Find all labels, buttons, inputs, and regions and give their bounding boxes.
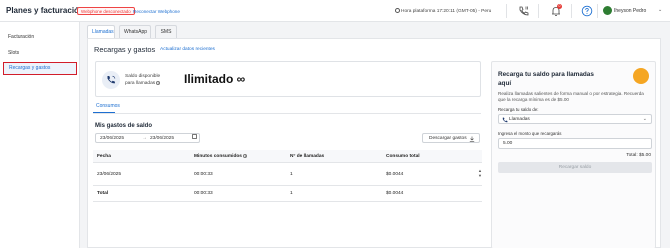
balance-label-text: para llamadas bbox=[125, 81, 156, 86]
info-icon[interactable]: i bbox=[156, 81, 161, 85]
download-label: Descargar gastos bbox=[429, 136, 467, 141]
help-icon[interactable] bbox=[580, 4, 594, 18]
cell-minutos: 00:00:33 bbox=[194, 172, 213, 177]
recharge-panel: Recarga tu saldo para llamadas aquí Real… bbox=[491, 61, 656, 248]
phone-icon bbox=[107, 75, 116, 84]
clock-icon bbox=[395, 8, 400, 13]
column-header-minutos-text: Minutos consumidos bbox=[194, 154, 242, 159]
recharge-total: Total: $5.00 bbox=[626, 153, 651, 158]
cell-total-consumo: $0.0044 bbox=[386, 191, 404, 196]
webphone-status-badge: Webphone desconectado bbox=[77, 7, 135, 15]
cell-total-llamadas: 1 bbox=[290, 191, 293, 196]
arrow-right-icon: → bbox=[142, 136, 147, 141]
scroll-down-icon[interactable]: ▼ bbox=[478, 173, 482, 178]
cell-llamadas: 1 bbox=[290, 172, 293, 177]
recharge-description: Realiza llamadas salientes de forma manu… bbox=[498, 91, 644, 102]
cell-total-label: Total bbox=[97, 191, 109, 196]
recharge-type-label: Recarga tu saldo de: bbox=[498, 107, 539, 112]
balance-label: Saldo disponible para llamadas i bbox=[125, 73, 161, 87]
refresh-data-link[interactable]: Actualizar datos recientes bbox=[160, 47, 215, 52]
balance-label-line1: Saldo disponible bbox=[125, 74, 161, 79]
notification-count-badge: 0 bbox=[557, 4, 562, 9]
recharge-title: Recarga tu saldo para llamadas aquí bbox=[498, 71, 594, 87]
date-to: 23/06/2025 bbox=[150, 136, 175, 141]
chevron-down-icon[interactable]: ⌄ bbox=[658, 7, 662, 13]
phone-icon bbox=[502, 117, 508, 123]
date-range-picker[interactable]: 23/06/2025 → 23/06/2025 bbox=[95, 133, 200, 143]
amount-label: Ingresa el monto que recargarás bbox=[498, 131, 562, 136]
clock-text: Hora plataforma 17:20:11 (GMT-05) - Peru bbox=[401, 9, 492, 14]
download-icon bbox=[469, 136, 475, 142]
download-expenses-button[interactable]: Descargar gastos bbox=[422, 133, 480, 143]
platform-clock: Hora plataforma 17:20:11 (GMT-05) - Peru bbox=[395, 8, 491, 14]
table-row: 23/06/2025 00:00:33 1 $0.0044 bbox=[93, 163, 482, 186]
page-title: Planes y facturación bbox=[6, 6, 84, 15]
tab-consumos[interactable]: Consumos bbox=[96, 103, 120, 109]
balance-value: Ilimitado ∞ bbox=[184, 72, 246, 86]
column-header-consumo: Consumo total bbox=[386, 154, 420, 159]
sidebar-item-slots[interactable]: Slots bbox=[3, 47, 77, 60]
section-title: Recargas y gastos bbox=[94, 45, 156, 54]
top-bar: Planes y facturación Webphone desconecta… bbox=[0, 0, 670, 22]
chevron-down-icon: ⌄ bbox=[642, 116, 647, 122]
phone-settings-icon[interactable] bbox=[517, 4, 531, 18]
table-scroll-arrows[interactable]: ▲ ▼ bbox=[478, 168, 482, 178]
sidebar: Facturación Slots Recargas y gastos bbox=[0, 22, 80, 248]
info-icon[interactable]: i bbox=[243, 154, 248, 158]
divider bbox=[506, 4, 507, 18]
column-header-llamadas: N° de llamadas bbox=[290, 154, 325, 159]
tab-sms[interactable]: SMS bbox=[155, 25, 177, 38]
date-from: 23/06/2025 bbox=[100, 136, 125, 141]
divider bbox=[538, 4, 539, 18]
main-panel: Recargas y gastos Actualizar datos recie… bbox=[87, 38, 661, 248]
sidebar-item-facturacion[interactable]: Facturación bbox=[3, 31, 77, 44]
amount-input[interactable]: 5.00 bbox=[498, 138, 652, 149]
tab-llamadas[interactable]: Llamadas bbox=[87, 25, 115, 38]
reconnect-webphone-link[interactable]: Reconectar Webphone bbox=[133, 9, 180, 14]
calendar-icon bbox=[192, 134, 197, 139]
cell-fecha: 23/06/2025 bbox=[97, 172, 122, 177]
recharge-type-select[interactable]: Llamadas ⌄ bbox=[498, 114, 652, 124]
coin-icon bbox=[633, 68, 649, 84]
divider bbox=[571, 4, 572, 18]
table-total-row: Total 00:00:33 1 $0.0044 bbox=[93, 186, 482, 202]
balance-card: Saldo disponible para llamadas i Ilimita… bbox=[95, 61, 481, 97]
expenses-title: Mis gastos de saldo bbox=[95, 123, 153, 129]
avatar[interactable] bbox=[603, 6, 612, 15]
divider bbox=[93, 113, 481, 114]
cell-consumo: $0.0044 bbox=[386, 172, 404, 177]
divider bbox=[597, 4, 598, 18]
sidebar-item-recargas-y-gastos[interactable]: Recargas y gastos bbox=[3, 62, 77, 75]
balance-label-line2: para llamadas i bbox=[125, 80, 161, 87]
table-header-row: Fecha Minutos consumidos i N° de llamada… bbox=[93, 150, 482, 163]
recharge-button[interactable]: Recargar saldo bbox=[498, 162, 652, 173]
recharge-type-value: Llamadas bbox=[509, 117, 530, 122]
cell-total-minutos: 00:00:33 bbox=[194, 191, 213, 196]
phone-icon-wrapper bbox=[102, 71, 120, 89]
tab-whatsapp[interactable]: WhatsApp bbox=[119, 25, 151, 38]
user-name[interactable]: Iheyson Pedro bbox=[614, 8, 646, 14]
column-header-minutos: Minutos consumidos i bbox=[194, 154, 248, 159]
column-header-fecha: Fecha bbox=[97, 154, 111, 159]
